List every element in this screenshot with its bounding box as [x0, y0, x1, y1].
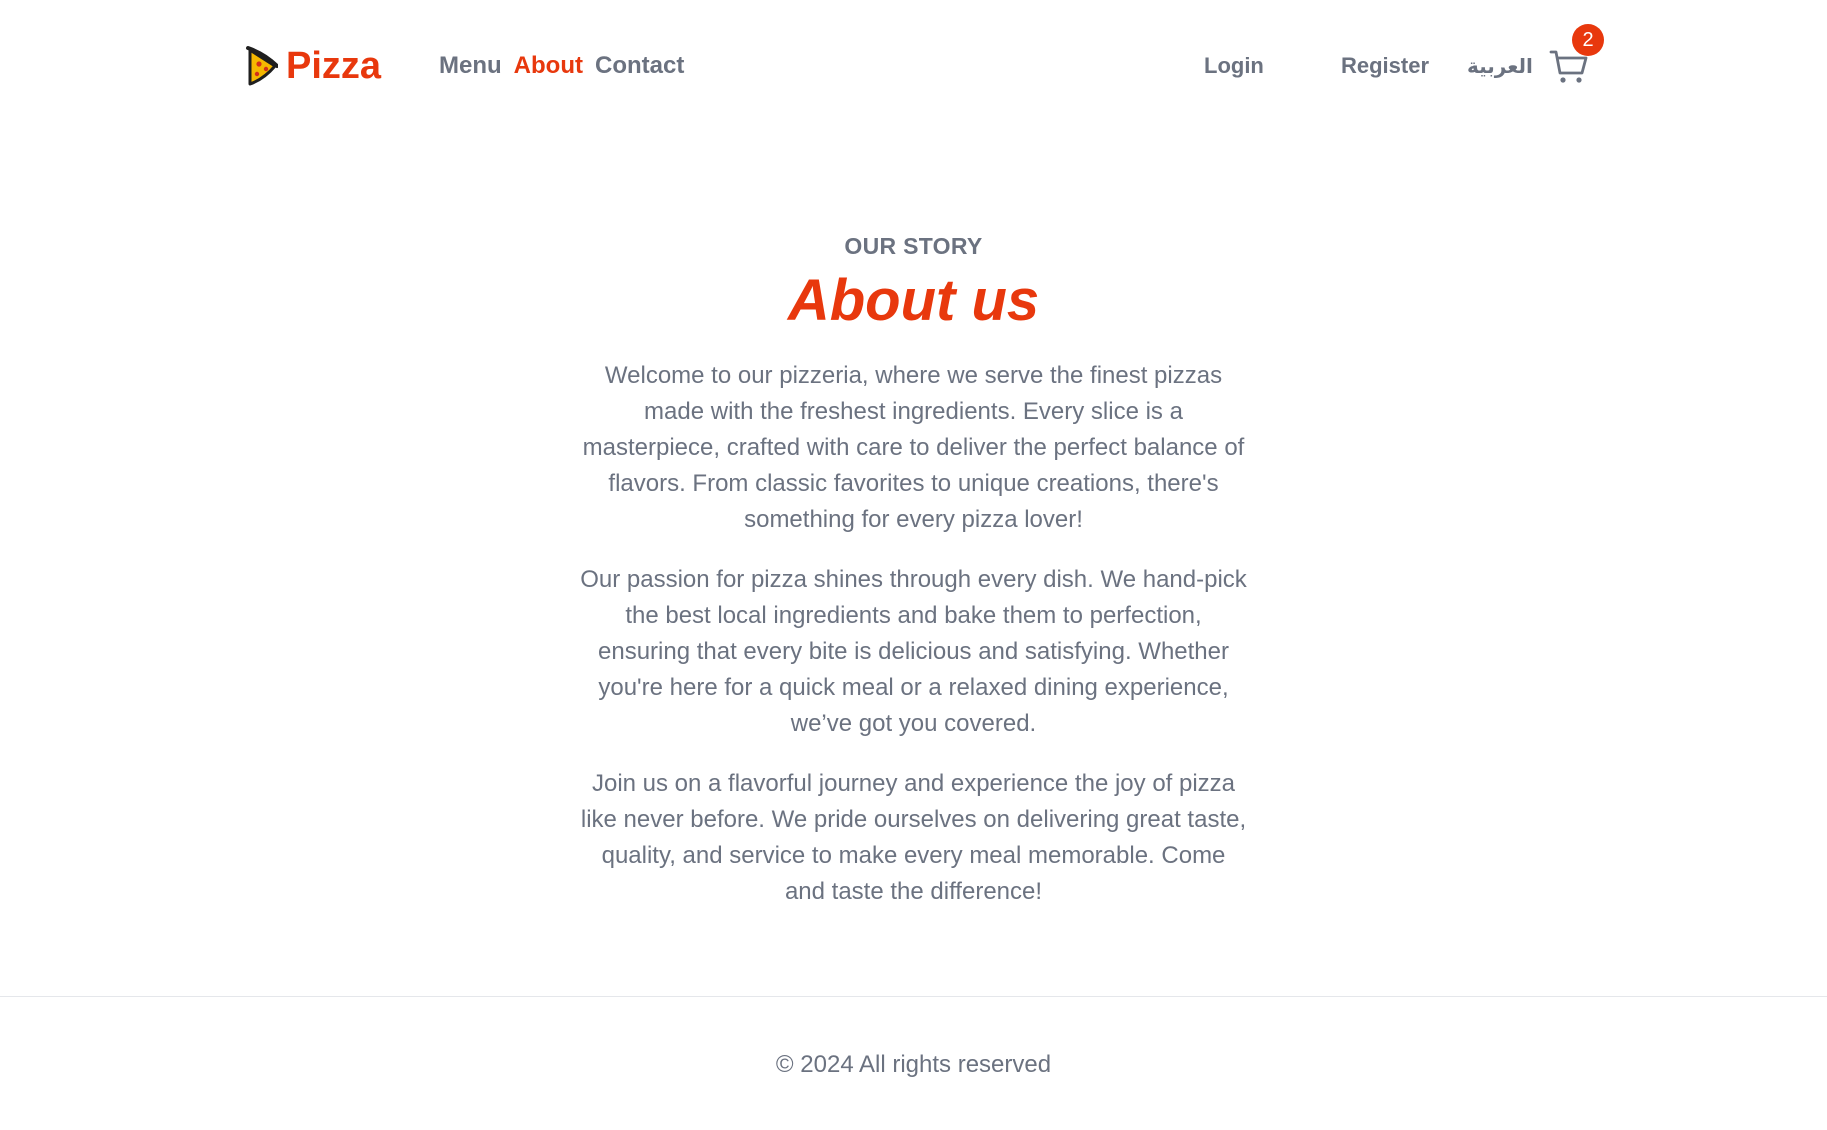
main-nav: Menu About Contact [439, 48, 684, 84]
copyright-text: © 2024 All rights reserved [775, 1051, 1052, 1078]
nav-link-about[interactable]: About [514, 48, 583, 84]
page-title: About us [787, 268, 1040, 333]
brand-name: Pizza [286, 45, 382, 87]
language-switch[interactable]: العربية [1467, 48, 1533, 84]
register-link[interactable]: Register [1341, 48, 1429, 84]
about-paragraph: Welcome to our pizzeria, where we serve … [582, 362, 1245, 533]
nav-link-menu[interactable]: Menu [439, 48, 502, 84]
login-link[interactable]: Login [1204, 48, 1264, 84]
nav-link-contact[interactable]: Contact [595, 48, 684, 84]
section-eyebrow: OUR STORY [844, 233, 983, 259]
about-paragraph: Our passion for pizza shines through eve… [580, 566, 1247, 737]
cart-count-badge: 2 [1572, 24, 1604, 56]
brand-logo[interactable]: Pizza [244, 44, 381, 88]
about-paragraph: Join us on a flavorful journey and exper… [580, 770, 1247, 905]
site-header: Pizza Menu About Contact Login Register … [0, 0, 1827, 133]
about-content: Welcome to our pizzeria, where we serve … [579, 358, 1249, 910]
about-section: OUR STORY About us Welcome to our pizzer… [0, 226, 1827, 934]
pizza-slice-icon [244, 44, 279, 88]
site-footer: © 2024 All rights reserved [0, 996, 1827, 1130]
